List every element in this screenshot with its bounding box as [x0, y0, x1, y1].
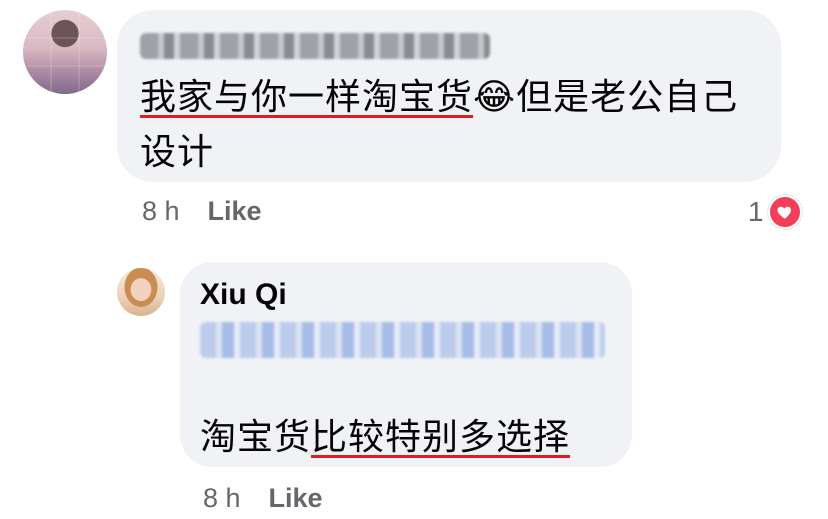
laughing-emoji-icon: 😂	[473, 77, 517, 118]
reply-mention-blurred[interactable]	[200, 322, 605, 358]
heart-icon	[767, 195, 802, 229]
reply-text: 淘宝货比较特别多选择	[200, 410, 620, 465]
reply-author-name[interactable]: Xiu Qi	[200, 278, 287, 312]
reaction-count: 1	[748, 196, 764, 227]
commenter-avatar[interactable]	[23, 10, 107, 94]
reply-meta: 8 h Like	[203, 483, 323, 514]
reply-text-underlined: 比较特别多选择	[311, 417, 571, 458]
reply-author-avatar[interactable]	[117, 268, 165, 316]
comment-text-underlined: 我家与你一样淘宝货	[140, 77, 474, 118]
commenter-name-blurred[interactable]	[140, 33, 490, 59]
reply-text-plain: 淘宝货	[200, 417, 312, 458]
reaction-summary[interactable]: 1	[748, 195, 802, 229]
reply-like-button[interactable]: Like	[269, 483, 323, 513]
comment-text: 我家与你一样淘宝货😂但是老公自己设计	[140, 70, 760, 180]
reply-timestamp[interactable]: 8 h	[203, 483, 241, 513]
comment-like-button[interactable]: Like	[208, 196, 262, 226]
comment-timestamp[interactable]: 8 h	[142, 196, 180, 226]
comment-meta: 8 h Like	[142, 196, 262, 227]
